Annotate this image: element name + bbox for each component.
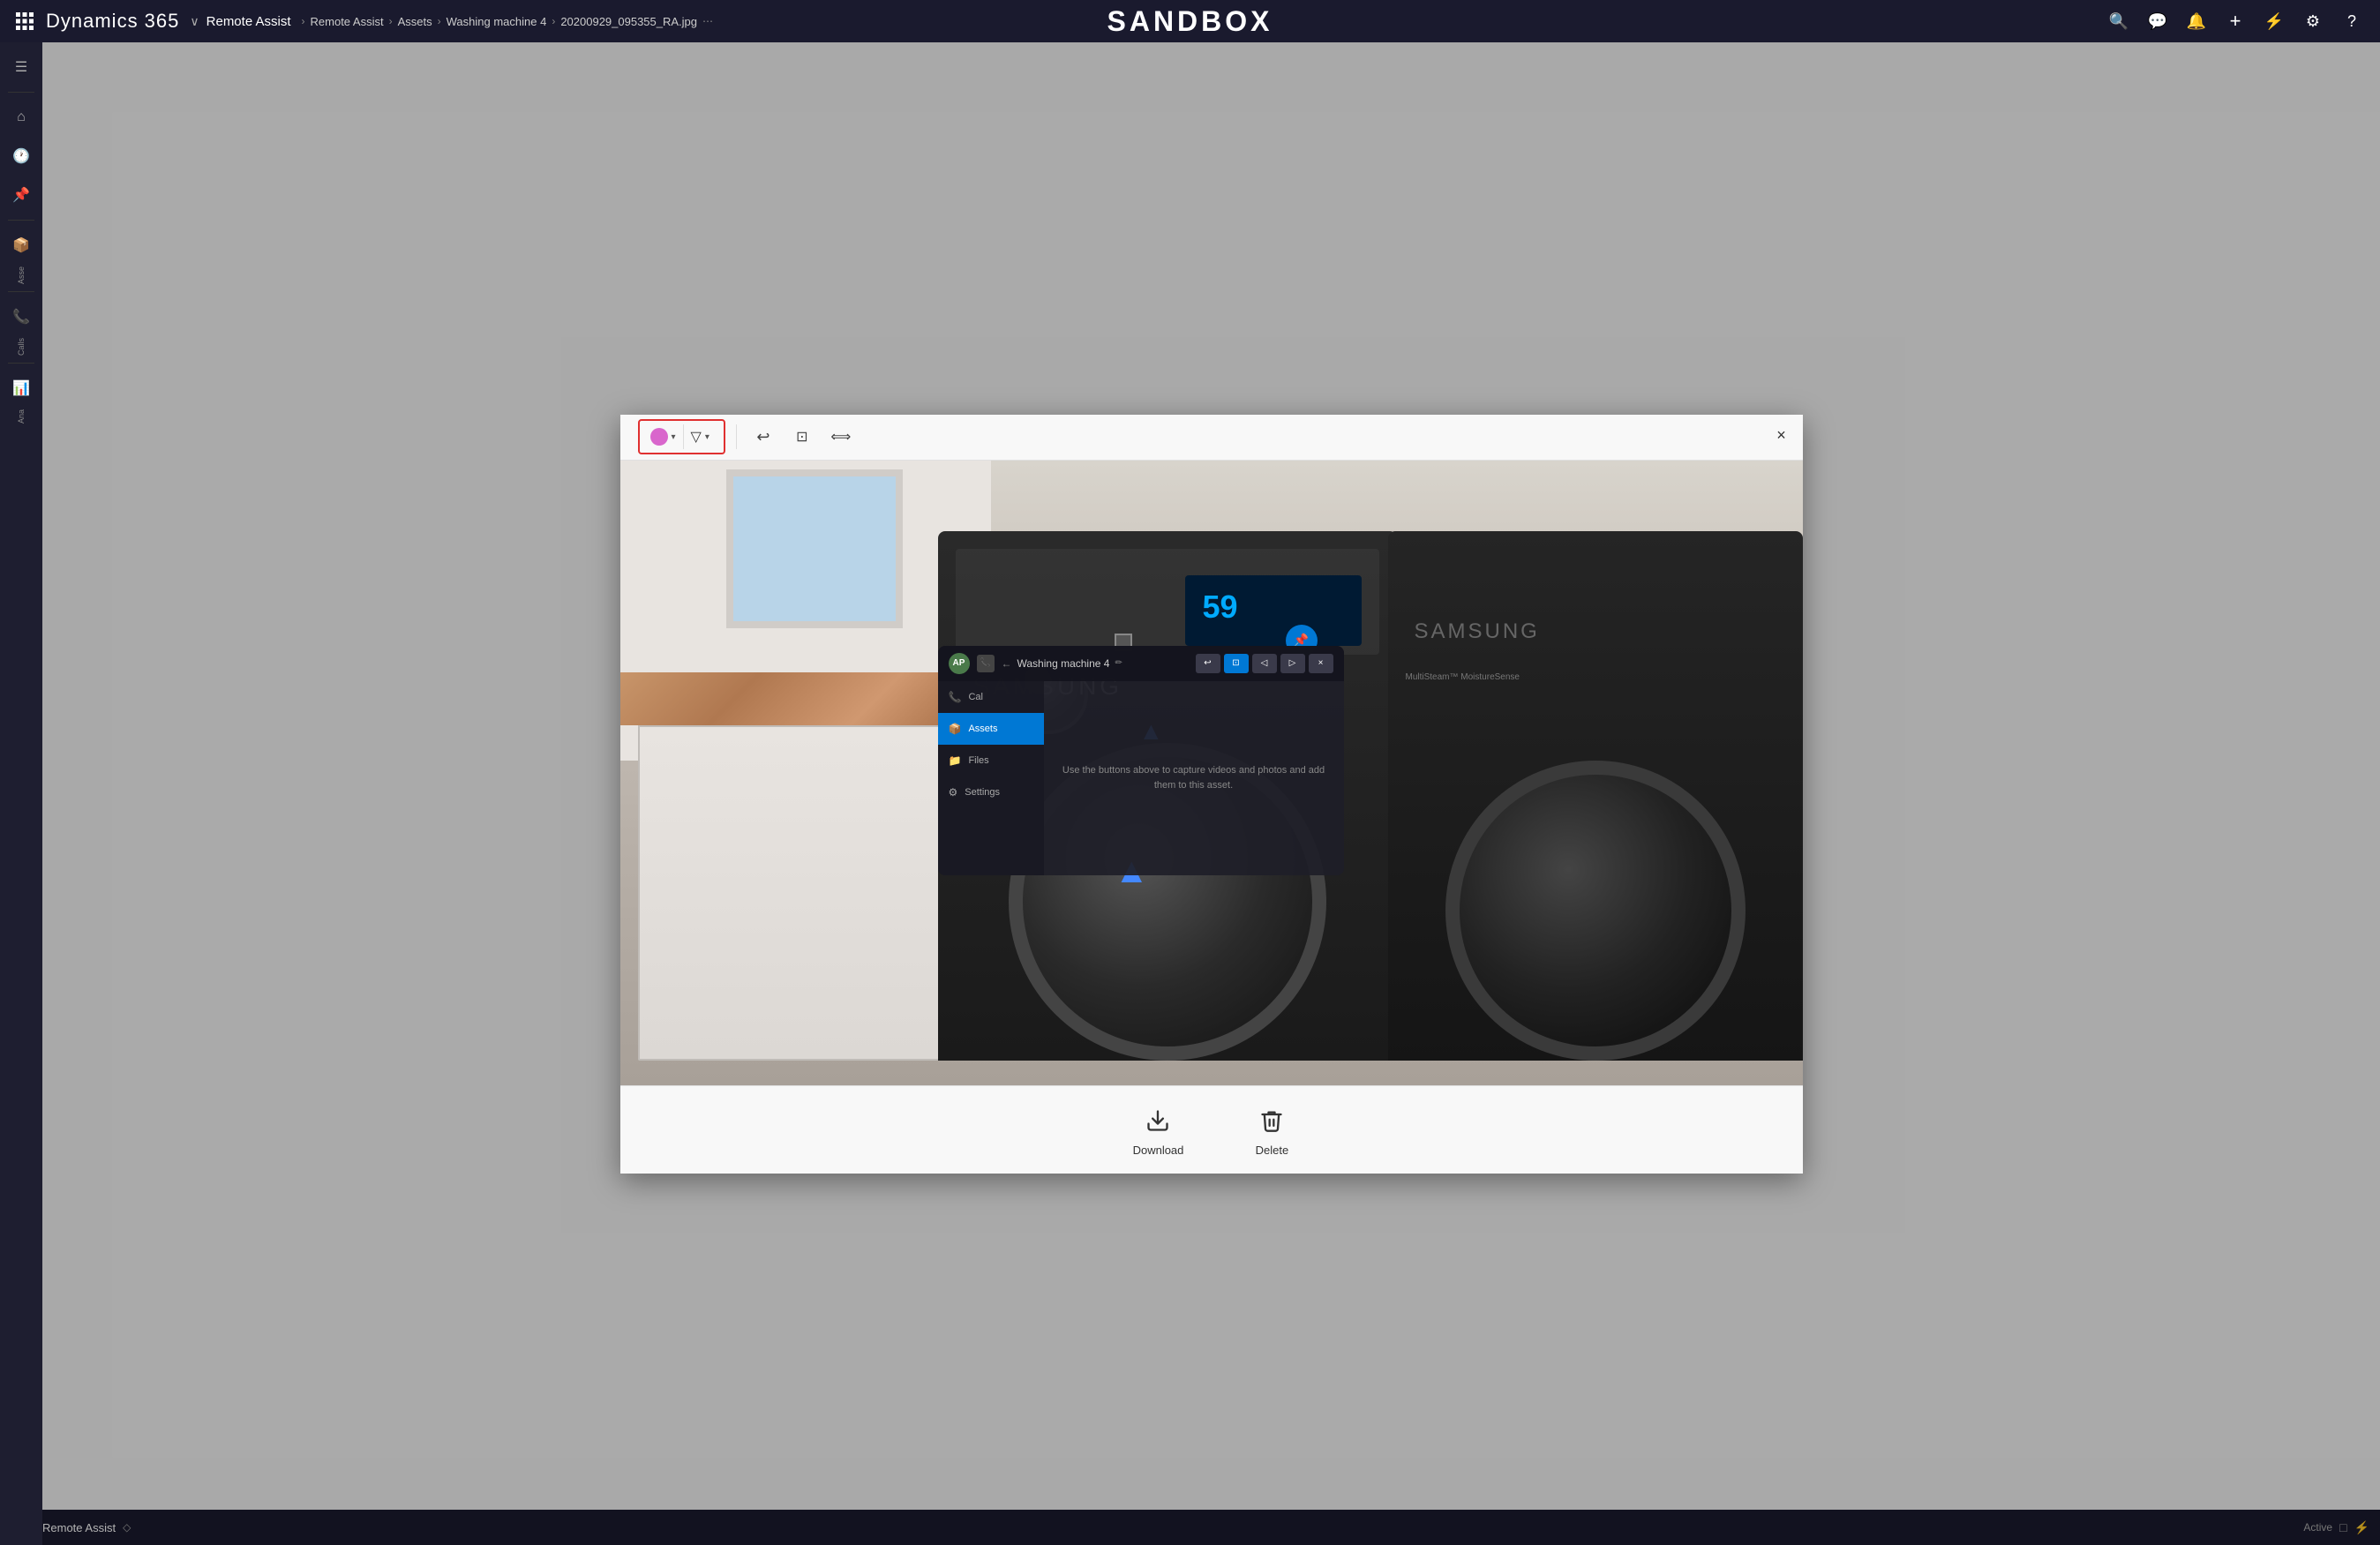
app-nav-files[interactable]: 📁 Files <box>938 745 1044 776</box>
color-chevron-icon: ▾ <box>672 432 676 442</box>
cabinet-door <box>638 725 973 1061</box>
counter-top <box>620 672 991 725</box>
download-action[interactable]: Download <box>1133 1103 1184 1157</box>
washer-right: SAMSUNG MultiSteam™ MoistureSense <box>1388 531 1803 1061</box>
breadcrumb-assets[interactable]: Assets <box>398 15 432 28</box>
washer-scene-image: 59 SAMSUNG SAMSUNG MultiSteam™ MoistureS… <box>620 461 1803 1085</box>
sidebar-divider-1 <box>8 92 34 93</box>
app-icon-small: 📞 <box>977 655 995 672</box>
breadcrumb-remote-assist[interactable]: Remote Assist <box>311 15 384 28</box>
app-nav-calls[interactable]: 📞 Cal <box>938 681 1044 713</box>
image-toolbar: ▾ ▽ ▾ ↩ ⊡ ⟺ <box>620 415 1803 461</box>
app-nav-assets[interactable]: 📦 Assets <box>938 713 1044 745</box>
search-icon-btn[interactable]: 🔍 <box>2101 4 2136 39</box>
filter-btn[interactable]: ▽ ▾ <box>683 424 717 449</box>
samsung-brand-right: SAMSUNG <box>1415 619 1540 644</box>
dynamics-label: Dynamics 365 <box>46 10 179 33</box>
grid-menu-icon[interactable] <box>11 7 39 35</box>
app-overlay-title: Washing machine 4 <box>1017 657 1110 670</box>
crop-btn[interactable]: ⊡ <box>786 421 818 453</box>
color-indicator <box>650 428 668 446</box>
help-icon-btn[interactable]: ? <box>2334 4 2369 39</box>
delete-action[interactable]: Delete <box>1254 1103 1289 1157</box>
sidebar-menu-btn[interactable]: ☰ <box>4 49 39 85</box>
washer-door-right <box>1445 761 1746 1061</box>
app-overlay: AP 📞 ← Washing machine 4 ✏ ↩ ⊡ ◁ <box>938 646 1344 875</box>
image-container: 59 SAMSUNG SAMSUNG MultiSteam™ MoistureS… <box>620 461 1803 1085</box>
sidebar-assets-btn[interactable]: 📦 <box>4 228 39 263</box>
sidebar-assets-label: Asse <box>17 266 26 284</box>
app-action-btn-5[interactable]: × <box>1309 654 1333 673</box>
app-action-btn-3[interactable]: ◁ <box>1252 654 1277 673</box>
washer-display: 59 <box>1185 575 1362 646</box>
sidebar-analytics-btn[interactable]: 📊 <box>4 371 39 406</box>
undo-btn[interactable]: ↩ <box>747 421 779 453</box>
sidebar-calls-section: 📞 Calls <box>4 299 39 356</box>
chat-icon-btn[interactable]: 💬 <box>2140 4 2175 39</box>
sidebar-calls-btn[interactable]: 📞 <box>4 299 39 334</box>
sidebar-divider-4 <box>8 363 34 364</box>
sidebar-divider-2 <box>8 220 34 221</box>
bottom-action-bar: Download Delete <box>620 1085 1803 1174</box>
app-overlay-content: Use the buttons above to capture videos … <box>1044 681 1344 875</box>
app-nav-settings[interactable]: ⚙ Settings <box>938 776 1044 808</box>
app-overlay-actions: ↩ ⊡ ◁ ▷ × <box>1196 654 1333 673</box>
nav-right-actions: 🔍 💬 🔔 + ⚡ ⚙ ? <box>2101 4 2369 39</box>
cabinet-area <box>620 672 991 1061</box>
sandbox-label: SANDBOX <box>1107 5 1273 38</box>
main-content-area: × ▾ ▽ ▾ ↩ ⊡ ⟺ <box>42 42 2380 1545</box>
image-viewer-modal: × ▾ ▽ ▾ ↩ ⊡ ⟺ <box>620 415 1803 1174</box>
app-title-bar: ← Washing machine 4 ✏ <box>1002 657 1189 670</box>
sidebar-analytics-section: 📊 Ana <box>4 371 39 424</box>
window <box>726 469 903 628</box>
settings-icon-btn[interactable]: ⚙ <box>2295 4 2331 39</box>
filter-chevron-icon: ▾ <box>705 432 709 442</box>
app-overlay-nav: 📞 Cal 📦 Assets 📁 Files <box>938 681 1044 875</box>
nav-chevron-icon: ∨ <box>190 14 199 29</box>
sidebar-assets-section: 📦 Asse <box>4 228 39 284</box>
plus-icon-btn[interactable]: + <box>2218 4 2253 39</box>
color-filter-group: ▾ ▽ ▾ <box>638 419 725 454</box>
sidebar-analytics-label: Ana <box>17 409 26 424</box>
filter-funnel-icon: ▽ <box>691 428 702 446</box>
sidebar-calls-label: Calls <box>17 338 26 356</box>
app-action-btn-1[interactable]: ↩ <box>1196 654 1220 673</box>
download-label: Download <box>1133 1144 1184 1157</box>
breadcrumb-filename[interactable]: 20200929_095355_RA.jpg <box>560 15 697 28</box>
flip-btn[interactable]: ⟺ <box>825 421 857 453</box>
top-nav-bar: Dynamics 365 ∨ Remote Assist › Remote As… <box>0 0 2380 42</box>
app-action-btn-2[interactable]: ⊡ <box>1224 654 1249 673</box>
sidebar-divider-3 <box>8 291 34 292</box>
delete-icon <box>1254 1103 1289 1138</box>
modal-overlay: × ▾ ▽ ▾ ↩ ⊡ ⟺ <box>42 42 2380 1545</box>
modal-close-btn[interactable]: × <box>1768 422 1796 450</box>
breadcrumb-washing-machine[interactable]: Washing machine 4 <box>447 15 547 28</box>
nav-module-name: Remote Assist <box>206 14 291 29</box>
download-icon <box>1140 1103 1175 1138</box>
filter-icon-btn[interactable]: ⚡ <box>2256 4 2292 39</box>
app-user-avatar: AP <box>949 653 970 674</box>
bell-icon-btn[interactable]: 🔔 <box>2179 4 2214 39</box>
toolbar-separator-1 <box>736 424 737 449</box>
sidebar-home-btn[interactable]: ⌂ <box>4 100 39 135</box>
delete-label: Delete <box>1256 1144 1289 1157</box>
left-sidebar: ☰ ⌂ 🕐 📌 📦 Asse 📞 Calls 📊 Ana <box>0 42 42 1545</box>
color-picker-btn[interactable]: ▾ <box>647 424 679 449</box>
app-content-message: Use the buttons above to capture videos … <box>1058 763 1330 792</box>
sidebar-recent-btn[interactable]: 🕐 <box>4 139 39 174</box>
app-overlay-header: AP 📞 ← Washing machine 4 ✏ ↩ ⊡ ◁ <box>938 646 1344 681</box>
app-action-btn-4[interactable]: ▷ <box>1280 654 1305 673</box>
sidebar-pin-btn[interactable]: 📌 <box>4 177 39 213</box>
